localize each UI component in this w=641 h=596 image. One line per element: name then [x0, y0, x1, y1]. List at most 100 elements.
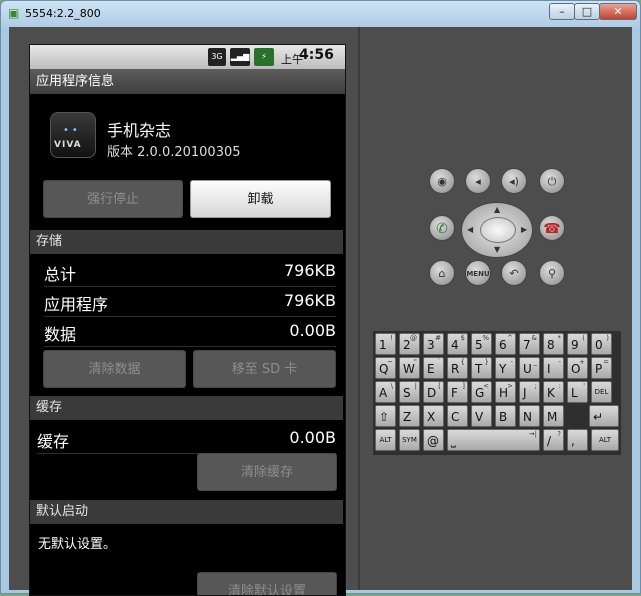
- key-shift-label: <: [483, 382, 489, 390]
- app-icon-eyes: ••: [63, 125, 81, 136]
- key[interactable]: 2 @: [399, 333, 420, 355]
- row-label: 应用程序: [44, 295, 109, 314]
- key[interactable]: T}: [471, 357, 492, 379]
- power-icon[interactable]: ⏻: [539, 168, 565, 194]
- dpad-down-icon[interactable]: ▼: [494, 245, 500, 254]
- key[interactable]: D[: [423, 381, 444, 403]
- key[interactable]: 7 &: [519, 333, 540, 355]
- dpad-center-button[interactable]: [480, 217, 516, 243]
- clear-cache-button[interactable]: 清除缓存: [197, 453, 337, 491]
- key-main-label: @: [427, 434, 439, 448]
- key[interactable]: 1!: [375, 333, 396, 355]
- key[interactable]: Q ~: [375, 357, 396, 379]
- title-bar: ▣ 5554:2.2_800 – □ ✕: [1, 1, 640, 27]
- key-main-label: 3: [427, 338, 435, 352]
- home-icon[interactable]: ⌂: [429, 260, 455, 286]
- key[interactable]: 4 $: [447, 333, 468, 355]
- move-to-sd-button[interactable]: 移至 SD 卡: [193, 350, 336, 388]
- key[interactable]: @: [423, 429, 444, 451]
- volume-up-icon[interactable]: ◂): [501, 168, 527, 194]
- minimize-button[interactable]: –: [549, 3, 575, 20]
- call-icon[interactable]: ✆: [429, 215, 455, 241]
- key[interactable]: N: [519, 405, 540, 427]
- key[interactable]: 0): [591, 333, 612, 355]
- key[interactable]: B: [495, 405, 516, 427]
- key[interactable]: A \: [375, 381, 396, 403]
- key[interactable]: F]: [447, 381, 468, 403]
- emulator-client: 3G ▂▄▆ ⚡ 上午 4:56 应用程序信息 •• VIVA 手机杂志 版本 …: [9, 27, 632, 596]
- key-main-label: R: [451, 362, 460, 376]
- volume-down-icon[interactable]: ◂: [465, 168, 491, 194]
- clear-data-button[interactable]: 清除数据: [43, 350, 186, 388]
- key[interactable]: C: [447, 405, 468, 427]
- key[interactable]: ,: [567, 429, 588, 451]
- key[interactable]: 3 #: [423, 333, 444, 355]
- key[interactable]: M: [543, 405, 564, 427]
- close-button[interactable]: ✕: [599, 3, 637, 20]
- key[interactable]: ⎵ →|: [447, 429, 540, 451]
- force-stop-button[interactable]: 强行停止: [43, 180, 183, 218]
- key[interactable]: W ": [399, 357, 420, 379]
- key[interactable]: Y-: [495, 357, 516, 379]
- row-label: 数据: [44, 325, 77, 344]
- key-shift-label: #: [435, 334, 441, 342]
- key[interactable]: ALT: [375, 429, 396, 451]
- key[interactable]: 8 *: [543, 333, 564, 355]
- signal-icon: ▂▄▆: [230, 48, 250, 66]
- key[interactable]: ⇧: [375, 405, 396, 427]
- no-default-text: 无默认设置。: [38, 537, 117, 552]
- key[interactable]: E `: [423, 357, 444, 379]
- key[interactable]: /?: [543, 429, 564, 451]
- key[interactable]: P =: [591, 357, 612, 379]
- end-call-icon[interactable]: ☎: [539, 215, 565, 241]
- key[interactable]: SYM: [399, 429, 420, 451]
- key[interactable]: J;: [519, 381, 540, 403]
- key-main-label: T: [475, 362, 483, 376]
- key[interactable]: 5%: [471, 333, 492, 355]
- maximize-button[interactable]: □: [574, 3, 600, 20]
- back-icon[interactable]: ↶: [501, 260, 527, 286]
- key-shift-label: →|: [528, 430, 537, 438]
- dpad-left-icon[interactable]: ◀: [467, 225, 473, 234]
- key-shift-label: ^: [507, 334, 513, 342]
- key-shift-label: -: [558, 358, 561, 366]
- key[interactable]: K:: [543, 381, 564, 403]
- clear-defaults-button[interactable]: 清除默认设置: [197, 572, 337, 595]
- app-version: 版本 2.0.0.20100305: [107, 145, 241, 160]
- launch-default-section-header: 默认启动: [30, 500, 343, 524]
- key-main-label: B: [499, 410, 508, 424]
- key-shift-label: ': [583, 382, 585, 390]
- dpad-right-icon[interactable]: ▶: [521, 225, 527, 234]
- key[interactable]: S |: [399, 381, 420, 403]
- menu-icon[interactable]: MENU: [465, 260, 491, 286]
- key-shift-label: _: [533, 358, 538, 366]
- dpad[interactable]: ▲ ▼ ◀ ▶: [461, 202, 533, 258]
- key[interactable]: G <: [471, 381, 492, 403]
- key-shift-label: {: [460, 358, 465, 366]
- key[interactable]: Z: [399, 405, 420, 427]
- dpad-up-icon[interactable]: ▲: [494, 205, 500, 214]
- key[interactable]: I-: [543, 357, 564, 379]
- key-main-label: Z: [403, 410, 412, 424]
- key-shift-label: \: [390, 382, 393, 390]
- search-icon[interactable]: ⚲: [539, 260, 565, 286]
- key[interactable]: DEL: [591, 381, 612, 403]
- key-main-label: ⇧: [379, 410, 390, 424]
- key[interactable]: ALT: [591, 429, 619, 451]
- key[interactable]: H >: [495, 381, 516, 403]
- key[interactable]: L ': [567, 381, 588, 403]
- key[interactable]: U _: [519, 357, 540, 379]
- key[interactable]: O +: [567, 357, 588, 379]
- cache-section-header: 缓存: [30, 396, 343, 420]
- key[interactable]: X: [423, 405, 444, 427]
- key-shift-label: -: [510, 358, 513, 366]
- uninstall-button[interactable]: 卸载: [190, 180, 331, 218]
- camera-icon[interactable]: ◉: [429, 168, 455, 194]
- key[interactable]: R{: [447, 357, 468, 379]
- key[interactable]: 6 ^: [495, 333, 516, 355]
- key[interactable]: 9(: [567, 333, 588, 355]
- key-main-label: ,: [571, 434, 575, 448]
- key[interactable]: V: [471, 405, 492, 427]
- key-shift-label: ~: [387, 358, 393, 366]
- key[interactable]: ↵: [589, 405, 619, 427]
